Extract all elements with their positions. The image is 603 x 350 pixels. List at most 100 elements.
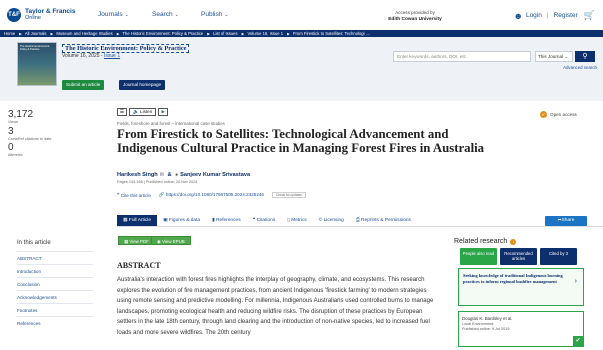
issue-link[interactable]: Issue 1	[104, 53, 120, 59]
chevron-down-icon: ⌄	[564, 54, 569, 59]
pdf-icon: ▦	[124, 239, 129, 244]
author-link[interactable]: Sanjeev Kumar Srivastava	[180, 172, 250, 178]
tab-figures-data[interactable]: ▣ Figures & data	[157, 215, 206, 226]
cite-article-link[interactable]: Cite this article	[121, 193, 151, 198]
breadcrumb-arrow-icon: ▶	[19, 32, 22, 36]
volume-text: Volume 16, 2025 -	[62, 53, 104, 59]
tab-metrics[interactable]: ▯ Metrics	[281, 215, 312, 226]
tab-citations[interactable]: ❝ Citations	[247, 215, 282, 226]
altmetric-count[interactable]: 0	[8, 143, 68, 153]
journal-title[interactable]: The Historic Environment: Policy & Pract…	[62, 44, 190, 53]
check-icon: ✔	[573, 336, 583, 346]
search-input[interactable]: Enter keywords, authors, DOI, etc	[393, 51, 531, 62]
user-area: ☻ Login | Register 🛒	[513, 10, 595, 21]
access-line2: Edith Cowan University	[388, 17, 442, 22]
related-research-title: Related research	[454, 238, 508, 245]
crossref-label: CrossRef citations to date	[8, 136, 52, 141]
listen-button[interactable]: 🔈 Listen	[129, 108, 157, 116]
pages-published: Pages 143-166 | Published online: 24 Nov…	[117, 180, 198, 184]
tf-logo-text: Taylor & Francis Online	[25, 8, 75, 22]
views-label: Views	[8, 120, 19, 124]
search-icon: ⚲	[582, 53, 588, 60]
cover-title: The Historic Environment: Policy & Pract…	[20, 45, 50, 51]
views-count: 3,172	[8, 109, 34, 120]
nav-journals[interactable]: Journals ⌄	[98, 11, 129, 18]
search-scope-select[interactable]: This Journal ⌄	[535, 51, 573, 62]
search-button[interactable]: ⚲	[575, 51, 595, 62]
toc-item-footnotes[interactable]: Footnotes	[17, 303, 93, 316]
access-line1: Access provided by	[395, 10, 435, 15]
license-icon: ©	[318, 218, 323, 223]
related-article-card[interactable]: Douglas K. Bardsley et al. Local Environ…	[458, 311, 584, 347]
epub-label: View EPUB	[162, 239, 185, 244]
access-provider: Access provided by Edith Cowan Universit…	[370, 9, 460, 23]
crossmark-button[interactable]: Check for updates	[272, 192, 306, 198]
tab-recommended-articles[interactable]: Recommended articles	[500, 248, 537, 265]
tab-full-article[interactable]: ▦ Full Article	[117, 215, 158, 226]
email-icon[interactable]: ✉	[160, 172, 164, 178]
view-pdf-button[interactable]: ▦ View PDF	[118, 236, 155, 245]
info-icon[interactable]: i	[510, 238, 517, 245]
tab-reprints-permissions[interactable]: ⎙ Reprints & Permissions	[350, 215, 417, 226]
toc-item-references[interactable]: References	[17, 316, 93, 329]
menu-icon[interactable]: ☰	[117, 108, 127, 116]
nav-publish[interactable]: Publish ⌄	[201, 11, 229, 18]
article-metrics: 3,172 Views 3 CrossRef citations to date…	[8, 110, 68, 160]
abstract-heading: ABSTRACT	[117, 261, 161, 270]
abstract-text: Australia's interaction with forest fire…	[117, 277, 434, 336]
toc-item-abstract[interactable]: ABSTRACT	[17, 251, 93, 264]
tf-logo[interactable]: T&F Taylor & Francis Online	[7, 8, 75, 22]
journal-homepage-button[interactable]: Journal homepage	[119, 80, 166, 90]
register-link[interactable]: Register	[554, 12, 578, 19]
breadcrumb-volume[interactable]: Volume 16, Issue 1	[247, 31, 283, 36]
related-research-heading: Related research i	[454, 238, 517, 245]
author-link[interactable]: Harikesh Singh	[117, 172, 158, 178]
breadcrumb-issues[interactable]: List of Issues	[213, 31, 237, 36]
submit-article-button[interactable]: Submit an article	[62, 80, 105, 90]
altmetric-label: Altmetric	[8, 153, 23, 157]
tab-label: Metrics	[291, 218, 307, 223]
toc-item-acknowledgements[interactable]: Acknowledgements	[17, 290, 93, 303]
orcid-icon[interactable]: ●	[175, 172, 178, 178]
tab-cited-by[interactable]: Cited by 3	[540, 248, 577, 265]
cart-icon[interactable]: 🛒	[584, 10, 595, 21]
breadcrumb-home[interactable]: Home	[4, 31, 15, 36]
audio-toolbar: ☰ 🔈 Listen ▶	[117, 108, 169, 116]
printer-icon: ⎙	[355, 218, 360, 223]
play-icon[interactable]: ▶	[158, 108, 169, 116]
toc-item-conclusion[interactable]: Conclusion	[17, 277, 93, 290]
listen-label: Listen	[140, 109, 153, 114]
tab-licensing[interactable]: © Licensing	[313, 215, 350, 226]
image-icon: ▣	[163, 218, 168, 223]
related-article-title: Seeking knowledge of traditional Indigen…	[463, 273, 563, 284]
breadcrumb-arrow-icon: ▶	[241, 32, 245, 36]
tab-references[interactable]: ▮ References	[206, 215, 247, 226]
login-link[interactable]: Login	[526, 12, 542, 19]
toc-item-introduction[interactable]: Introduction	[17, 264, 93, 277]
tab-label: Full Article	[128, 218, 152, 223]
view-epub-button[interactable]: ◉ View EPUB	[151, 236, 191, 245]
open-access-label: Open access	[550, 112, 577, 117]
related-article-card[interactable]: Seeking knowledge of traditional Indigen…	[458, 268, 584, 306]
authors-line: Harikesh Singh ✉ & ● Sanjeev Kumar Srivast…	[117, 172, 251, 178]
book-icon: ▮	[212, 218, 215, 223]
breadcrumb-all-journals[interactable]: All Journals	[25, 31, 47, 36]
quote-icon: ❝	[117, 192, 120, 197]
user-icon[interactable]: ☻	[513, 11, 522, 21]
tab-label: Licensing	[323, 218, 344, 223]
crossref-count[interactable]: 3	[8, 126, 68, 137]
breadcrumb-arrow-icon: ▶	[207, 32, 210, 36]
doi-link[interactable]: 🔗 https://doi.org/10.1080/17567505.2024.…	[159, 192, 264, 198]
advanced-search-link[interactable]: Advanced search	[563, 65, 597, 70]
breadcrumb-journal[interactable]: The Historic Environment: Policy & Pract…	[122, 31, 203, 36]
breadcrumb-subject[interactable]: Museum and Heritage Studies	[56, 31, 112, 36]
share-button[interactable]: ➦Share	[545, 216, 587, 226]
tab-label: Figures & data	[168, 218, 201, 223]
tab-people-also-read[interactable]: People also read	[460, 248, 497, 265]
epub-icon: ◉	[157, 239, 161, 244]
chevron-down-icon: ⌄	[174, 12, 179, 18]
tf-logo-mark: T&F	[7, 8, 21, 22]
journal-cover[interactable]: The Historic Environment: Policy & Pract…	[17, 42, 57, 86]
doi-text: https://doi.org/10.1080/17567505.2024.24…	[165, 192, 264, 197]
nav-search[interactable]: Search ⌄	[152, 11, 179, 18]
